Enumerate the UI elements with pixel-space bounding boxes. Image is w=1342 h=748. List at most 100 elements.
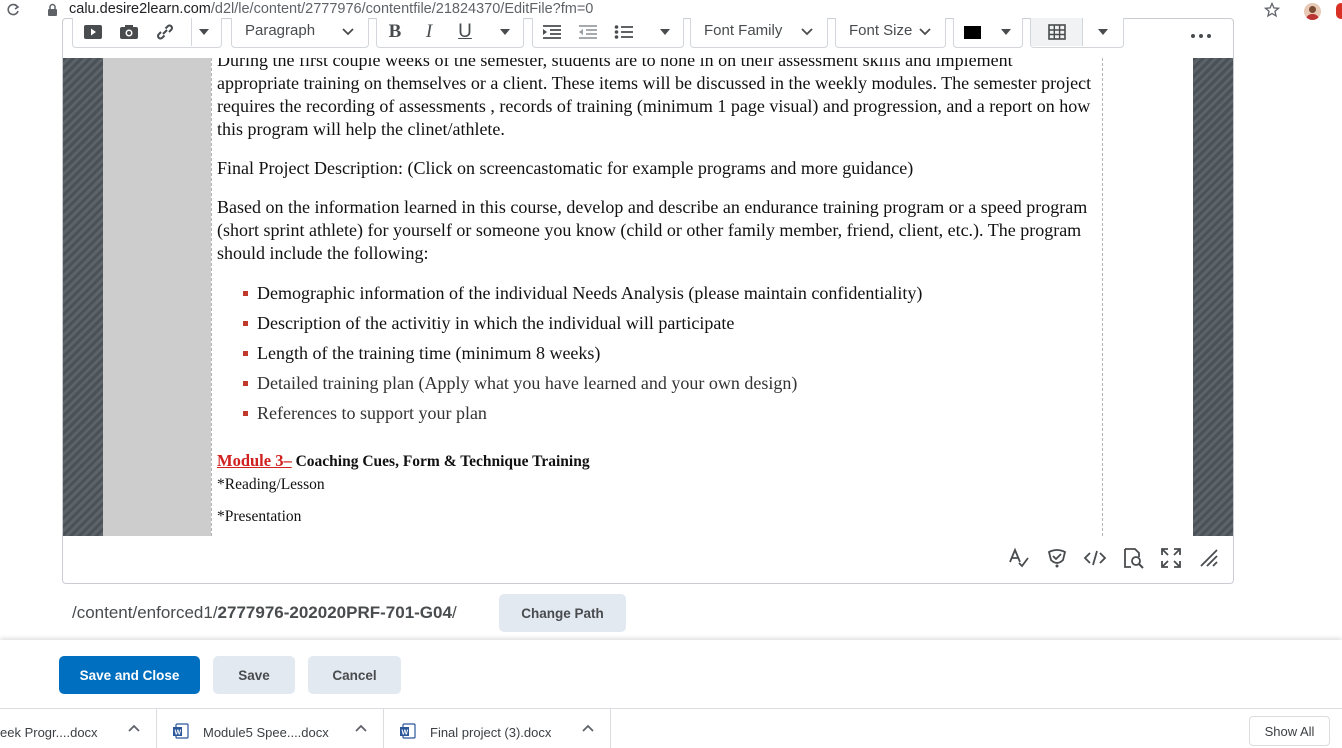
svg-text:W: W xyxy=(402,730,409,737)
bookmark-star-icon[interactable] xyxy=(1264,2,1280,18)
module-3-title: Coaching Cues, Form & Technique Training xyxy=(291,453,590,470)
page-left-margin xyxy=(103,58,211,536)
page-gutter-left xyxy=(63,58,103,536)
floating-action-bar xyxy=(0,640,1342,708)
bold-button[interactable]: B xyxy=(381,18,409,46)
font-color-dropdown[interactable] xyxy=(994,18,1018,46)
bold-icon: B xyxy=(388,21,402,42)
caret-down-icon xyxy=(500,29,510,35)
font-color-button[interactable] xyxy=(960,18,984,46)
spellcheck-icon xyxy=(1009,547,1029,568)
fullscreen-button[interactable] xyxy=(1159,546,1183,570)
svg-text:W: W xyxy=(175,730,182,737)
intro-paragraph: During the first couple weeks of the sem… xyxy=(217,58,1092,139)
url-text[interactable]: calu.desire2learn.com/d2l/le/content/277… xyxy=(69,1,593,17)
bullet-icon xyxy=(243,321,248,326)
insert-link-button[interactable] xyxy=(151,18,179,46)
camera-icon xyxy=(120,25,138,39)
download-item[interactable]: W Module5 Spee....docx xyxy=(157,708,384,748)
list-item: Description of the activitiy in which th… xyxy=(241,312,922,342)
reload-icon[interactable] xyxy=(6,3,20,17)
accessibility-check-button[interactable] xyxy=(1045,546,1069,570)
bullet-icon xyxy=(243,291,248,296)
lock-icon[interactable] xyxy=(47,3,58,17)
page-boundary-right xyxy=(1102,58,1103,536)
path-course: 2777976-202020PRF-701-G04 xyxy=(217,603,452,622)
download-filename: Final project (3).docx xyxy=(430,725,552,740)
download-filename: Module5 Spee....docx xyxy=(203,725,329,740)
document-body[interactable]: During the first couple weeks of the sem… xyxy=(211,58,1102,536)
insert-stuff-button[interactable] xyxy=(79,18,107,46)
insert-image-button[interactable] xyxy=(115,18,143,46)
spellcheck-button[interactable] xyxy=(1007,546,1031,570)
project-description: Based on the information learned in this… xyxy=(217,197,1088,263)
chevron-down-icon xyxy=(342,28,354,36)
underline-button[interactable]: U xyxy=(451,18,479,46)
font-size-select[interactable]: Font Size xyxy=(835,18,946,48)
code-icon xyxy=(1083,550,1107,566)
bullet-list-icon xyxy=(614,25,633,39)
path-prefix: /content/enforced1/ xyxy=(72,603,218,622)
insert-table-button[interactable] xyxy=(1031,18,1083,46)
bullet-list-button[interactable] xyxy=(611,18,637,46)
chevron-up-icon[interactable] xyxy=(127,722,141,734)
outdent-icon xyxy=(579,25,597,39)
cancel-button[interactable]: Cancel xyxy=(308,656,401,694)
caret-down-icon xyxy=(660,29,670,35)
presentation-text: *Presentation xyxy=(217,508,302,525)
table-icon xyxy=(1047,24,1066,40)
requirements-list: Demographic information of the individua… xyxy=(241,282,922,432)
outdent-button[interactable] xyxy=(575,18,601,46)
ellipsis-icon xyxy=(1191,34,1211,38)
source-code-button[interactable] xyxy=(1083,546,1107,570)
italic-button[interactable]: I xyxy=(415,18,443,46)
list-more-dropdown[interactable] xyxy=(653,18,677,46)
module-3-link[interactable]: Module 3– xyxy=(217,451,292,470)
text-style-more-dropdown[interactable] xyxy=(493,18,517,46)
bullet-icon xyxy=(243,381,248,386)
word-document-icon: W xyxy=(173,723,189,739)
list-item: Length of the training time (minimum 8 w… xyxy=(241,342,922,372)
bullet-icon xyxy=(243,411,248,416)
preview-button[interactable] xyxy=(1121,546,1145,570)
download-filename: eek Progr....docx xyxy=(0,725,98,740)
accessibility-check-icon xyxy=(1047,549,1067,568)
table-more-dropdown[interactable] xyxy=(1091,18,1115,46)
bullet-icon xyxy=(243,351,248,356)
indent-button[interactable] xyxy=(539,18,565,46)
chevron-up-icon[interactable] xyxy=(581,722,595,734)
show-all-downloads-button[interactable]: Show All xyxy=(1249,716,1330,746)
color-swatch xyxy=(963,25,981,39)
chevron-up-icon[interactable] xyxy=(354,722,368,734)
change-path-button[interactable]: Change Path xyxy=(499,594,626,632)
paragraph-label: Paragraph xyxy=(245,22,316,39)
word-document-icon: W xyxy=(400,723,416,739)
content-path: /content/enforced1/2777976-202020PRF-701… xyxy=(72,603,457,623)
indent-icon xyxy=(543,25,561,39)
path-suffix: / xyxy=(451,603,457,622)
save-button[interactable]: Save xyxy=(213,656,295,694)
profile-avatar[interactable] xyxy=(1304,3,1321,20)
font-size-label: Font Size xyxy=(849,22,913,39)
expand-icon xyxy=(1161,548,1181,568)
list-item: Detailed training plan (Apply what you h… xyxy=(241,372,922,402)
more-options-button[interactable] xyxy=(1188,28,1214,38)
page-gutter-right xyxy=(1193,58,1233,536)
paragraph-format-select[interactable]: Paragraph xyxy=(231,18,369,48)
resize-handle[interactable] xyxy=(1197,546,1221,570)
insert-more-dropdown[interactable] xyxy=(191,18,215,46)
extension-badge[interactable] xyxy=(1336,3,1342,19)
final-project-heading: Final Project Description: (Click on scr… xyxy=(217,158,914,178)
list-indent-group xyxy=(532,18,684,48)
download-item[interactable]: W Final project (3).docx xyxy=(384,708,611,748)
save-and-close-button[interactable]: Save and Close xyxy=(59,656,200,694)
caret-down-icon xyxy=(1001,29,1011,35)
font-family-select[interactable]: Font Family xyxy=(690,18,828,48)
list-item: References to support your plan xyxy=(241,402,922,432)
link-icon xyxy=(157,24,173,40)
chevron-down-icon xyxy=(919,28,931,36)
preview-icon xyxy=(1124,548,1144,569)
chevron-down-icon xyxy=(801,28,813,36)
italic-icon: I xyxy=(425,21,433,42)
download-item[interactable]: eek Progr....docx xyxy=(0,708,157,748)
